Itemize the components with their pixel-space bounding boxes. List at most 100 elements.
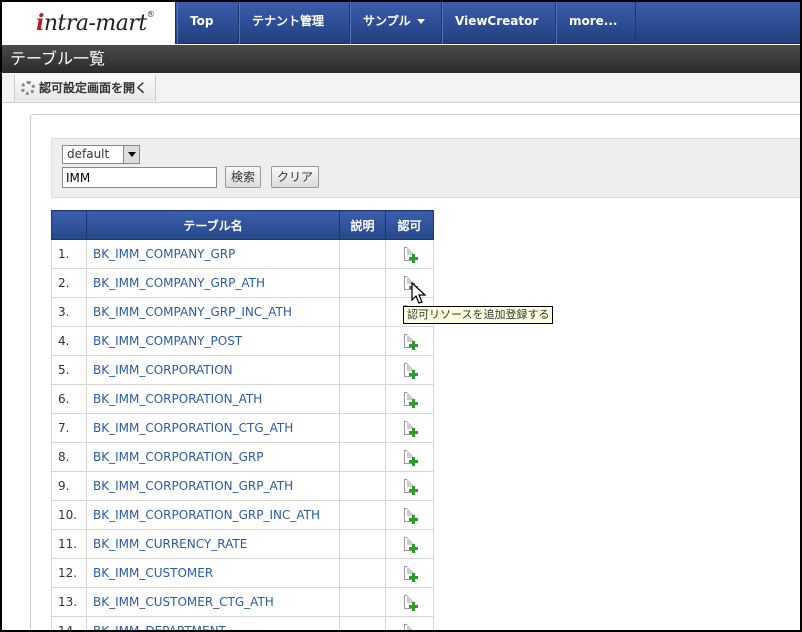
row-number: 8.	[51, 442, 87, 472]
database-select[interactable]: default	[62, 145, 140, 164]
row-number: 9.	[51, 471, 87, 501]
table-row: 7. BK_IMM_CORPORATION_CTG_ATH	[51, 413, 434, 443]
add-document-icon[interactable]	[404, 334, 418, 351]
nav-more[interactable]: more...	[556, 2, 636, 62]
table-name-cell: BK_IMM_CURRENCY_RATE	[86, 529, 340, 559]
table-name-link[interactable]: BK_IMM_CORPORATION_CTG_ATH	[93, 421, 293, 435]
auth-cell	[385, 355, 434, 385]
table-name-link[interactable]: BK_IMM_CORPORATION_GRP_INC_ATH	[93, 508, 320, 522]
mouse-cursor-icon	[411, 282, 427, 304]
table-name-cell: BK_IMM_CORPORATION_GRP_ATH	[86, 471, 340, 501]
table-name-link[interactable]: BK_IMM_COMPANY_POST	[93, 334, 242, 348]
clear-button[interactable]: クリア	[271, 166, 320, 188]
open-auth-settings-button[interactable]: 認可設定画面を開く	[14, 75, 157, 101]
nav-viewcreator[interactable]: ViewCreator	[442, 2, 556, 62]
table-name-link[interactable]: BK_IMM_COMPANY_GRP_ATH	[93, 276, 265, 290]
row-number: 6.	[51, 384, 87, 414]
plus-icon	[409, 370, 418, 380]
intra-mart-logo: intra-mart®	[36, 10, 155, 36]
auth-cell	[385, 529, 434, 559]
nav-sample[interactable]: サンプル	[350, 2, 442, 44]
auth-cell	[385, 239, 434, 269]
description-cell	[339, 384, 386, 414]
table-name-cell: BK_IMM_CORPORATION_GRP	[86, 442, 340, 472]
description-cell	[339, 471, 386, 501]
chevron-down-icon	[416, 19, 425, 24]
add-auth-resource-tooltip: 認可リソースを追加登録する	[403, 306, 554, 324]
auth-cell	[385, 326, 434, 356]
table-row: 13. BK_IMM_CUSTOMER_CTG_ATH	[51, 587, 434, 617]
add-document-icon[interactable]	[404, 363, 418, 380]
table-name-link[interactable]: BK_IMM_CORPORATION_GRP	[93, 450, 263, 464]
logo-area[interactable]: intra-mart®	[2, 2, 176, 44]
search-button[interactable]: 検索	[225, 166, 262, 188]
plus-icon	[409, 341, 418, 351]
row-number: 2.	[51, 268, 87, 298]
table-name-cell: BK_IMM_COMPANY_POST	[86, 326, 340, 356]
table-name-link[interactable]: BK_IMM_CORPORATION	[93, 363, 233, 377]
table-name-cell: BK_IMM_DEPARTMENT	[86, 616, 340, 630]
table-row: 11. BK_IMM_CURRENCY_RATE	[51, 529, 434, 559]
row-number: 3.	[51, 297, 87, 327]
plus-icon	[409, 602, 418, 612]
chevron-down-icon	[123, 146, 139, 163]
description-cell	[339, 616, 386, 630]
table-list: テーブル名 説明 認可 1. BK_IMM_COMPANY_GRP 2. BK_IMM…	[51, 210, 434, 630]
add-document-icon[interactable]	[404, 392, 418, 409]
table-name-link[interactable]: BK_IMM_CORPORATION_GRP_ATH	[93, 479, 293, 493]
table-header-row: テーブル名 説明 認可	[51, 210, 434, 240]
nav-label: テナント管理	[252, 14, 325, 28]
description-cell	[339, 239, 386, 269]
table-name-cell: BK_IMM_CUSTOMER	[86, 558, 340, 588]
description-cell	[339, 297, 386, 327]
table-name-link[interactable]: BK_IMM_COMPANY_GRP_INC_ATH	[93, 305, 292, 319]
description-cell	[339, 413, 386, 443]
nav-label: more...	[569, 14, 618, 28]
add-document-icon[interactable]	[404, 450, 418, 467]
description-cell	[339, 558, 386, 588]
table-name-link[interactable]: BK_IMM_DEPARTMENT	[93, 624, 226, 630]
row-number: 11.	[51, 529, 87, 559]
nav-top[interactable]: Top	[177, 2, 239, 62]
header-description: 説明	[339, 210, 386, 240]
table-row: 8. BK_IMM_CORPORATION_GRP	[51, 442, 434, 472]
description-cell	[339, 326, 386, 356]
add-document-icon[interactable]	[404, 624, 415, 630]
table-name-cell: BK_IMM_CORPORATION_GRP_INC_ATH	[86, 500, 340, 530]
plus-icon	[409, 573, 418, 583]
auth-cell	[385, 500, 434, 530]
add-document-icon[interactable]	[404, 479, 418, 496]
table-search-input[interactable]	[62, 167, 217, 188]
add-document-icon[interactable]	[404, 595, 418, 612]
nav-label: Top	[190, 14, 214, 28]
add-document-icon[interactable]	[404, 247, 418, 264]
description-cell	[339, 587, 386, 617]
table-name-cell: BK_IMM_COMPANY_GRP	[86, 239, 340, 269]
add-document-icon[interactable]	[404, 566, 418, 583]
table-name-link[interactable]: BK_IMM_CUSTOMER	[93, 566, 213, 580]
table-name-cell: BK_IMM_CORPORATION_ATH	[86, 384, 340, 414]
top-navigation: intra-mart® Top テナント管理 サンプル ViewCreator …	[2, 2, 800, 62]
table-name-link[interactable]: BK_IMM_CORPORATION_ATH	[93, 392, 262, 406]
add-document-icon[interactable]	[404, 537, 418, 554]
plus-icon	[409, 399, 418, 409]
table-row: 1. BK_IMM_COMPANY_GRP	[51, 239, 434, 269]
row-number: 7.	[51, 413, 87, 443]
table-row: 5. BK_IMM_CORPORATION	[51, 355, 434, 385]
row-number: 5.	[51, 355, 87, 385]
auth-cell	[385, 413, 434, 443]
auth-cell	[385, 587, 434, 617]
table-name-link[interactable]: BK_IMM_CUSTOMER_CTG_ATH	[93, 595, 274, 609]
table-name-link[interactable]: BK_IMM_COMPANY_GRP	[93, 247, 235, 261]
nav-tenant-management[interactable]: テナント管理	[239, 2, 350, 62]
nav-label: サンプル	[363, 14, 411, 28]
add-document-icon[interactable]	[404, 421, 418, 438]
toolbar: 認可設定画面を開く	[2, 73, 800, 103]
add-document-icon[interactable]	[404, 508, 418, 525]
description-cell	[339, 355, 386, 385]
plus-icon	[409, 428, 418, 438]
table-name-link[interactable]: BK_IMM_CURRENCY_RATE	[93, 537, 247, 551]
open-auth-settings-label: 認可設定画面を開く	[39, 81, 148, 95]
table-name-cell: BK_IMM_CORPORATION	[86, 355, 340, 385]
header-auth: 認可	[385, 210, 434, 240]
